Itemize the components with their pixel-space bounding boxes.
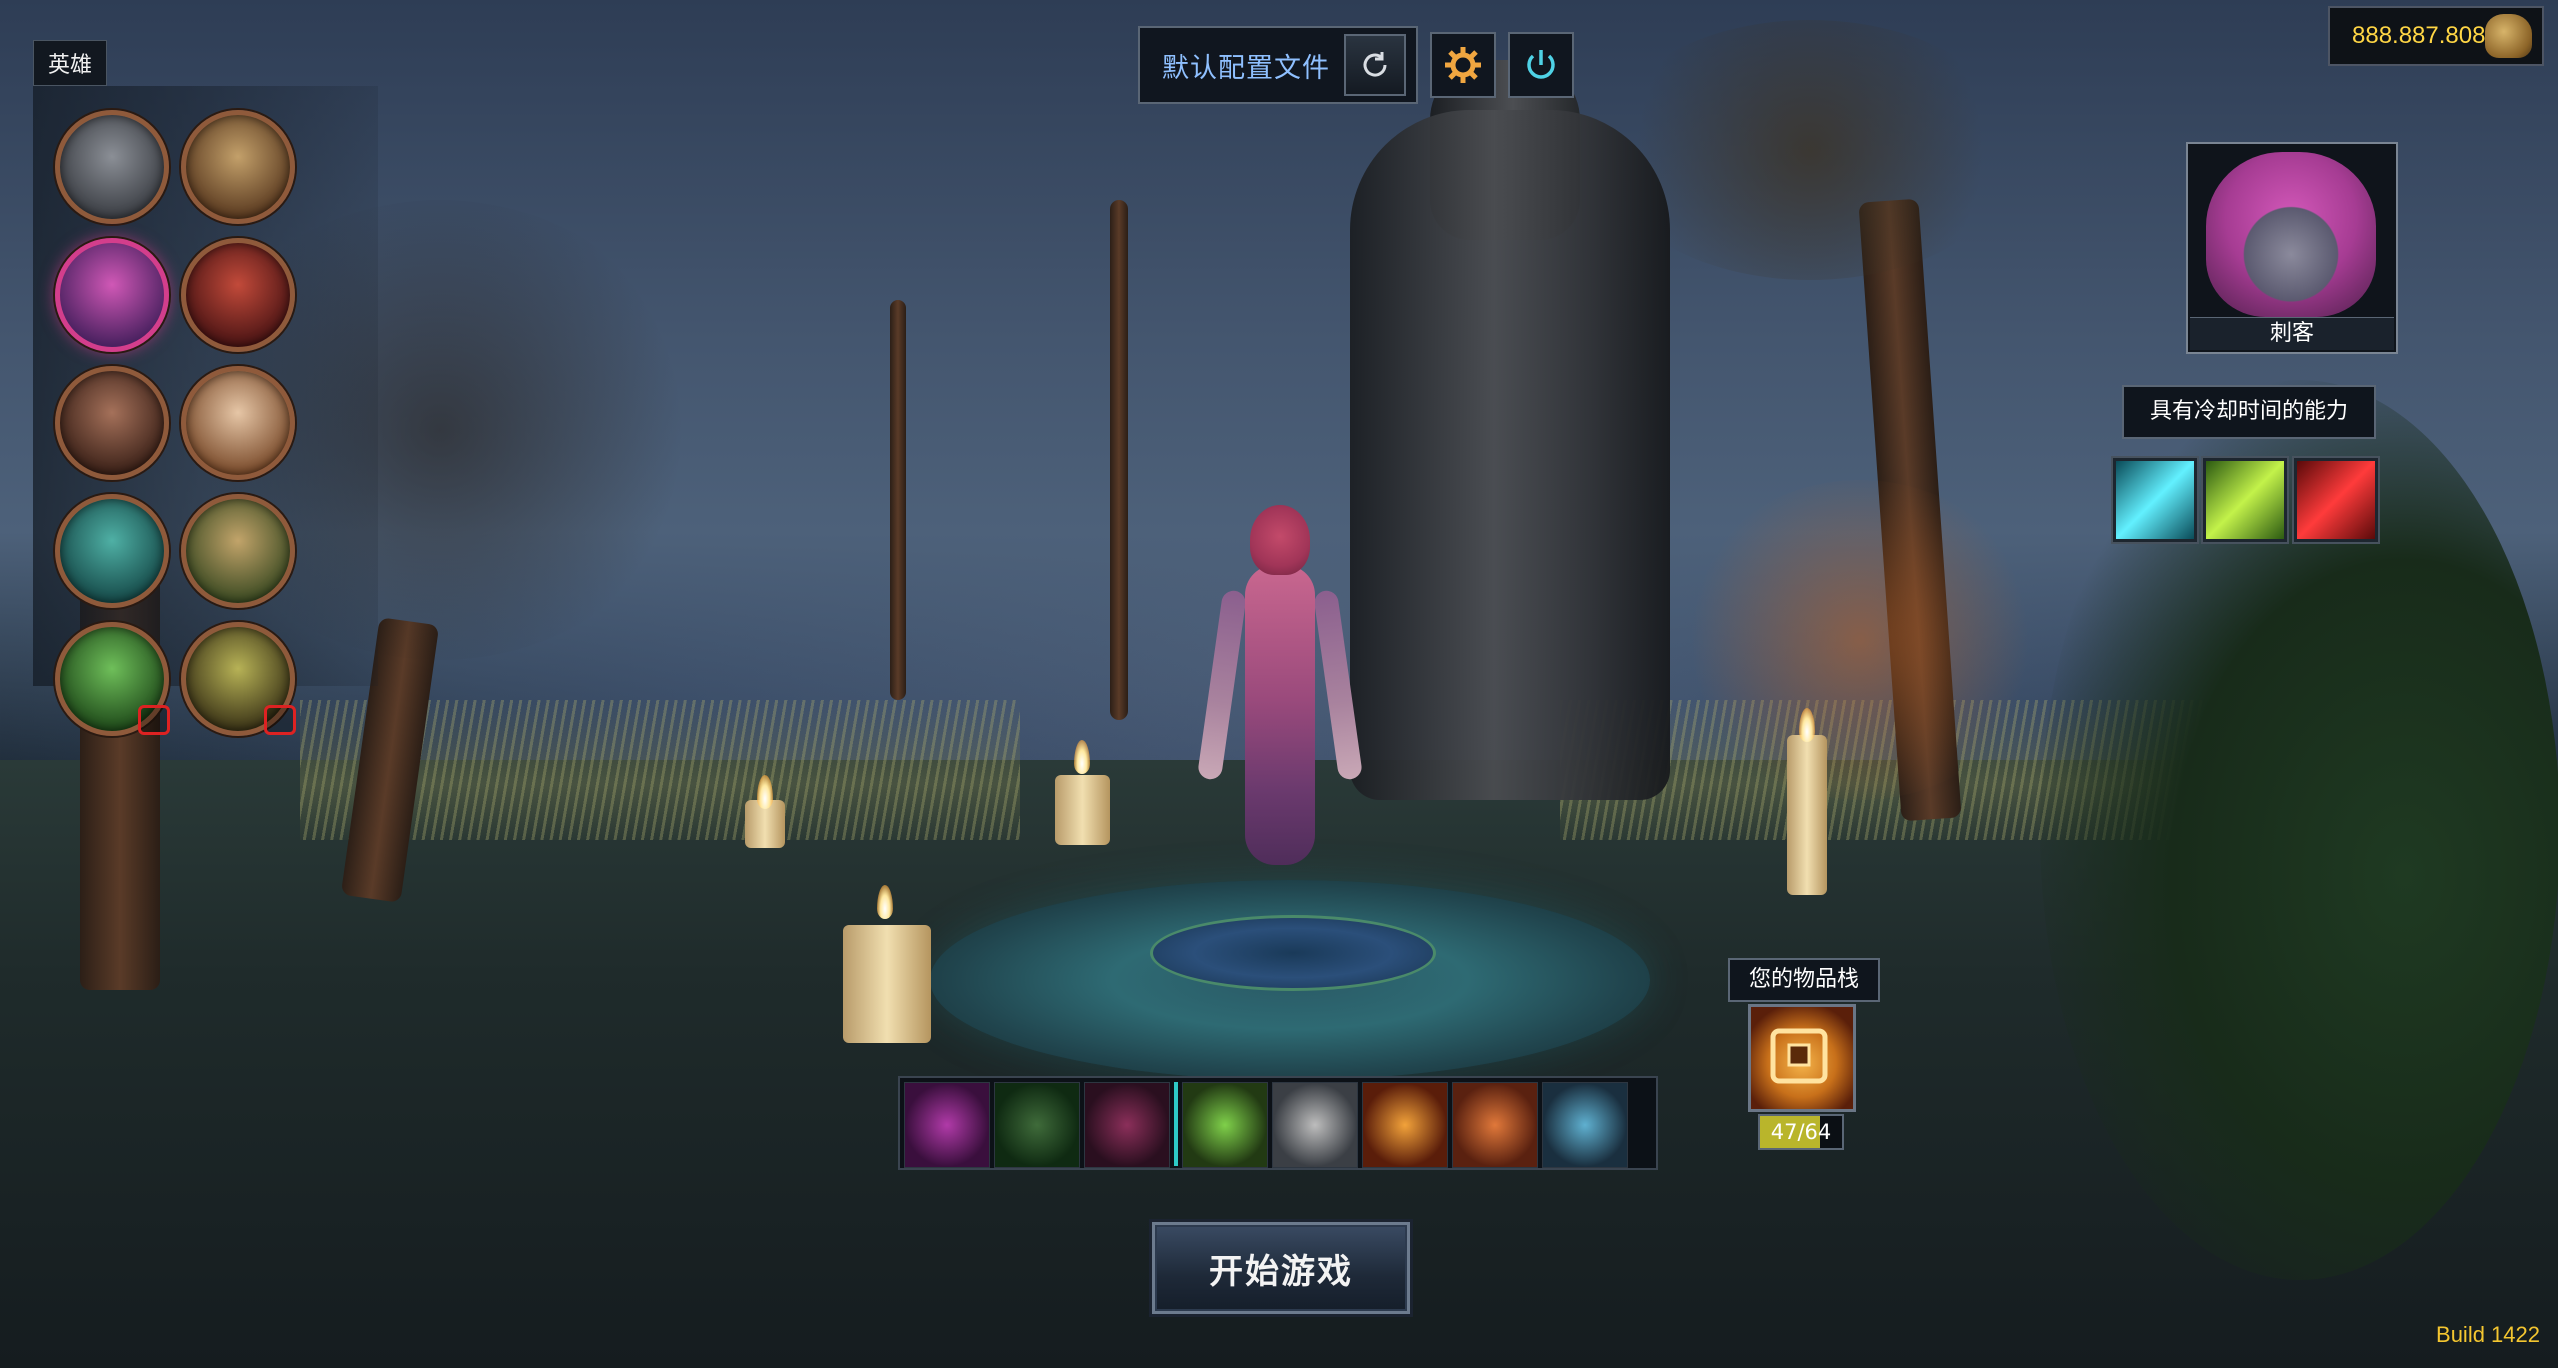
slot-divider [1174,1082,1178,1166]
hero-portrait-alien[interactable] [55,494,169,608]
character-body [1245,565,1315,865]
gold-bag-icon [2485,14,2532,58]
candle [843,925,931,1043]
settings-button[interactable] [1430,32,1496,98]
heroes-panel [33,86,378,736]
equipment-slot-ring[interactable] [1362,1082,1448,1168]
hero-name: 刺客 [2190,317,2394,350]
currency-amount: 888.887.808 [2352,22,2486,49]
abilities-title: 具有冷却时间的能力 [2122,385,2376,439]
profile-selector[interactable]: 默认配置文件 [1138,26,1418,104]
inventory-label: 您的物品栈 [1728,958,1880,1002]
lock-icon [264,705,296,735]
autumn-foliage [1680,480,2040,800]
equipment-slot-bow[interactable] [1084,1082,1170,1168]
refresh-icon [1363,52,1387,77]
hero-portrait-orc[interactable] [55,622,170,736]
currency-display: 888.887.808 [2328,6,2544,66]
start-game-button[interactable]: 开始游戏 [1152,1222,1410,1314]
power-icon [1527,50,1555,79]
pine-trunk [1110,200,1128,720]
heroes-tab[interactable]: 英雄 [33,40,108,86]
equipment-slot-cape[interactable] [1452,1082,1538,1168]
ability-blood-slash[interactable] [2294,458,2378,542]
character-arm [1196,589,1248,781]
hero-portrait-assassin[interactable] [55,238,169,352]
profile-label: 默认配置文件 [1162,52,1330,84]
equipment-slot-gauntlet[interactable] [904,1082,990,1168]
assassin-portrait-image [2206,152,2376,317]
ability-dash[interactable] [2113,458,2197,542]
equipment-slot-shield[interactable] [1272,1082,1358,1168]
hero-portrait-goblin[interactable] [181,494,295,608]
power-button[interactable] [1508,32,1574,98]
treasure-icon [1770,1028,1828,1084]
hero-portrait-dwarf[interactable] [181,366,295,480]
equipment-bar [898,1076,1658,1170]
pine-trunk [890,300,906,700]
equipment-slot-gloves[interactable] [1182,1082,1268,1168]
character-arm [1312,589,1364,781]
profile-toolbar: 默认配置文件 [1138,26,1574,104]
inventory-count-text: 47/64 [1770,1120,1832,1144]
gear-icon [1445,47,1481,83]
warrior-statue [1350,110,1670,800]
inventory-button[interactable] [1748,1004,1856,1112]
equipment-slot-amulet[interactable] [1542,1082,1628,1168]
inventory-count: 47/64 [1758,1114,1844,1150]
candle [1055,775,1110,845]
assassin-character [1190,495,1370,935]
build-version: Build 1422 [2436,1322,2540,1347]
lock-icon [138,705,170,735]
refresh-profile-button[interactable] [1344,34,1406,96]
hero-portrait-hooded[interactable] [181,110,295,224]
character-hood [1250,505,1310,575]
hero-portrait-undead[interactable] [55,366,169,480]
ability-blade[interactable] [2203,458,2287,542]
hero-portrait-knight[interactable] [55,110,169,224]
hero-portrait-demon[interactable] [181,238,295,352]
selected-hero-portrait: 刺客 [2186,142,2398,354]
equipment-slot-scythe[interactable] [994,1082,1080,1168]
hero-portrait-zombie-king[interactable] [181,622,296,736]
candle [1787,735,1827,895]
